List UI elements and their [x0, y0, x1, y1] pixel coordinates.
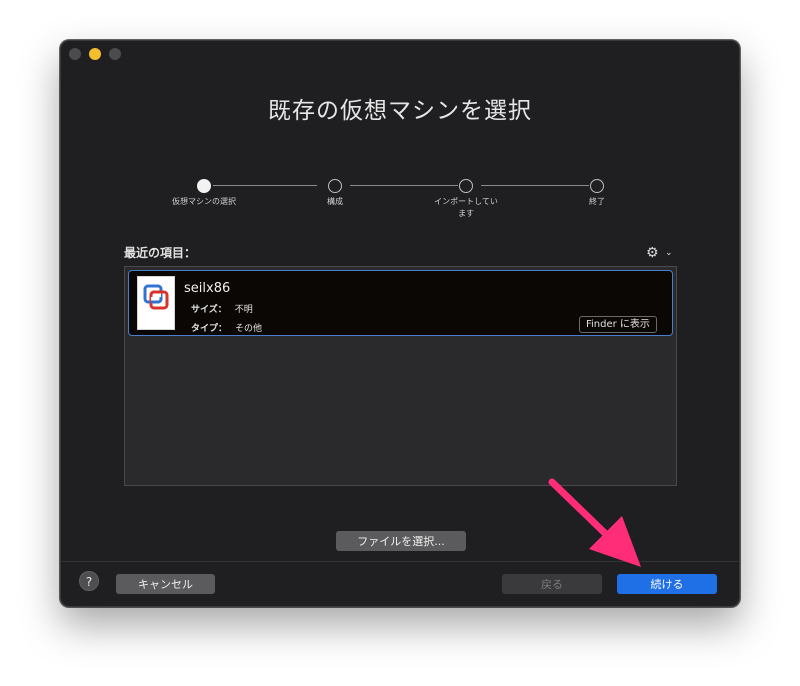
- step-dot-import: [459, 179, 473, 193]
- vm-size-key: サイズ：: [191, 305, 227, 315]
- vm-type-key: タイプ：: [191, 324, 228, 334]
- step-connector: [350, 185, 458, 186]
- step-dot-configure: [328, 179, 342, 193]
- gear-icon[interactable]: ⚙: [646, 246, 659, 260]
- step-label-finish: 終了: [589, 197, 605, 206]
- vm-size: サイズ： 不明: [191, 302, 253, 315]
- minimize-window-button[interactable]: [89, 48, 101, 60]
- step-dot-finish: [590, 179, 604, 193]
- step-label-select: 仮想マシンの選択: [172, 197, 236, 206]
- close-window-button[interactable]: [69, 48, 81, 60]
- step-connector: [481, 185, 589, 186]
- chevron-down-icon[interactable]: ⌄: [665, 247, 673, 259]
- cancel-button[interactable]: キャンセル: [116, 574, 215, 594]
- vm-name: seilx86: [184, 281, 231, 296]
- vmware-icon: [137, 276, 175, 330]
- list-item-vm[interactable]: seilx86 サイズ： 不明 タイプ： その他 Finder に表示: [128, 270, 673, 336]
- step-connector: [213, 185, 317, 186]
- continue-button[interactable]: 続ける: [617, 574, 717, 594]
- zoom-window-button[interactable]: [109, 48, 121, 60]
- step-label-import: インポートしています: [434, 197, 498, 218]
- vm-type-value: その他: [235, 324, 263, 334]
- show-in-finder-button[interactable]: Finder に表示: [579, 316, 657, 333]
- step-label-configure: 構成: [327, 197, 343, 206]
- vm-size-value: 不明: [234, 305, 253, 315]
- help-button[interactable]: ?: [79, 571, 99, 591]
- window-controls: [69, 48, 121, 60]
- recent-items-list[interactable]: seilx86 サイズ： 不明 タイプ： その他 Finder に表示: [124, 266, 677, 486]
- recent-items-label: 最近の項目：: [124, 246, 197, 260]
- import-dialog-window: 既存の仮想マシンを選択 仮想マシンの選択 構成 インポートしています 終了 最近…: [60, 40, 740, 607]
- vm-type: タイプ： その他: [191, 321, 262, 334]
- footer-divider: [61, 561, 739, 562]
- back-button[interactable]: 戻る: [502, 574, 602, 594]
- dialog-title: 既存の仮想マシンを選択: [268, 98, 532, 124]
- step-dot-select: [197, 179, 211, 193]
- choose-file-button[interactable]: ファイルを選択...: [336, 531, 466, 551]
